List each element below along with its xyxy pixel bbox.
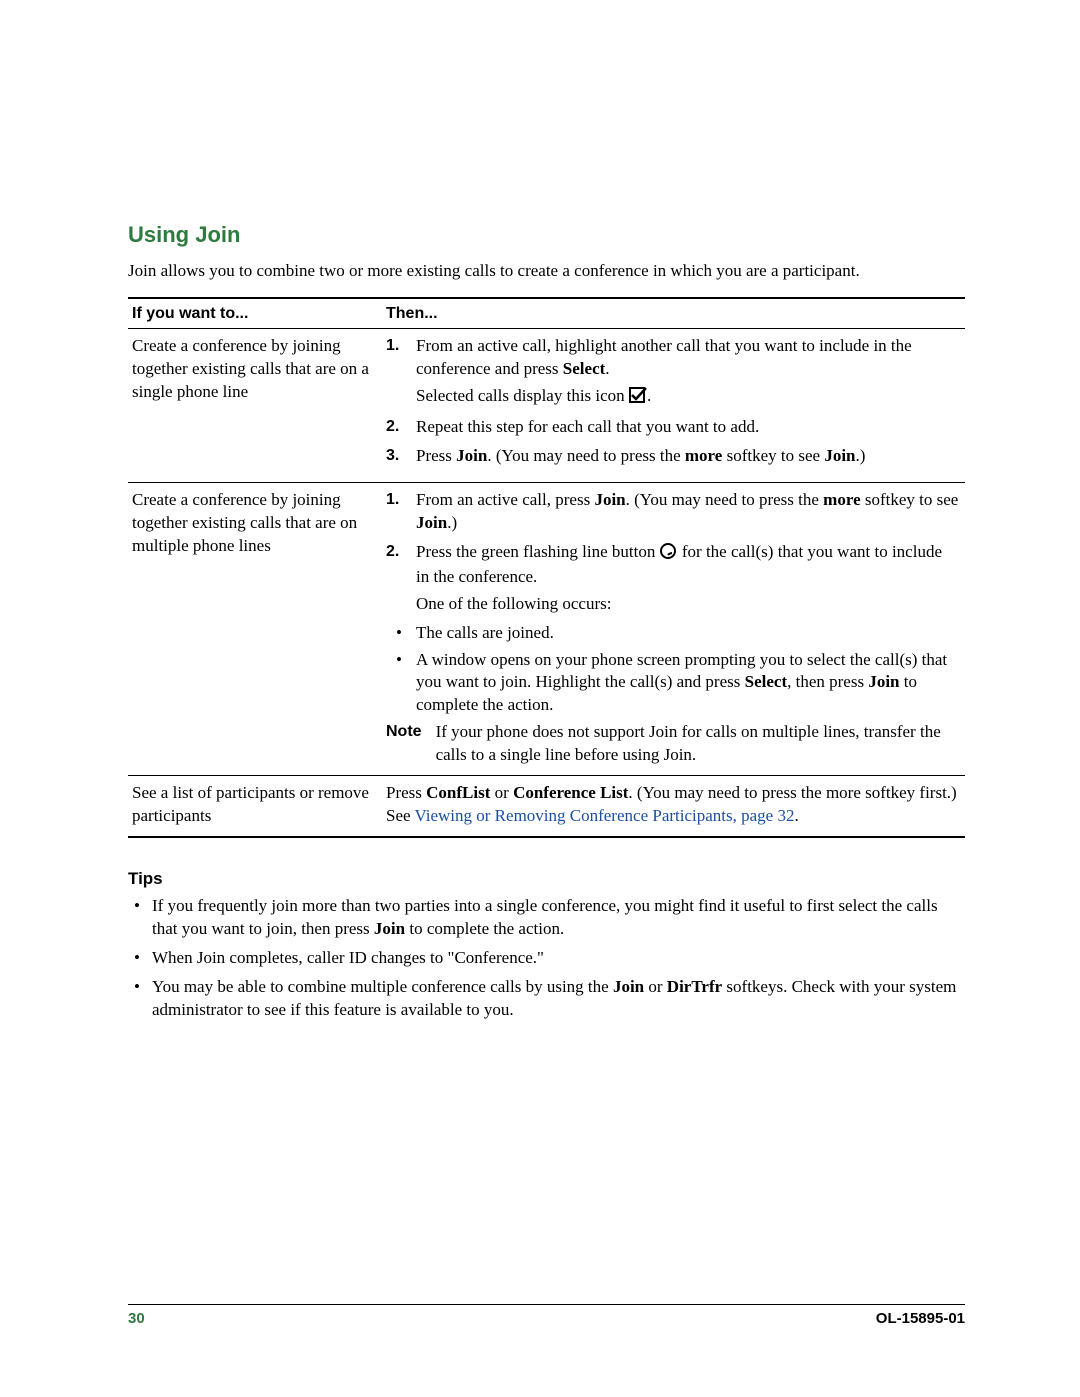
step-text: softkey to see — [722, 446, 824, 465]
tip-text: or — [644, 977, 667, 996]
document-id: OL-15895-01 — [876, 1309, 965, 1329]
text: . — [794, 806, 798, 825]
step-text: Selected calls display this icon — [416, 386, 629, 405]
step-number: 3. — [386, 445, 399, 467]
tip-text: to complete the action. — [405, 919, 564, 938]
step-number: 2. — [386, 416, 399, 438]
row1-left: Create a conference by joining together … — [128, 329, 382, 483]
col-header-right: Then... — [382, 298, 965, 329]
row3-left: See a list of participants or remove par… — [128, 776, 382, 837]
bold-word: Join — [824, 446, 855, 465]
step-text: From an active call, highlight another c… — [416, 336, 912, 378]
step-text: Press the green flashing line button — [416, 542, 660, 561]
bold-word: Join — [613, 977, 644, 996]
table-row: Create a conference by joining together … — [128, 482, 965, 775]
bold-word: Join — [374, 919, 405, 938]
tip-text: You may be able to combine multiple conf… — [152, 977, 613, 996]
tip-text: When Join completes, caller ID changes t… — [152, 948, 544, 967]
table-row: Create a conference by joining together … — [128, 329, 965, 483]
step-text: From an active call, press — [416, 490, 594, 509]
text: Press — [386, 783, 426, 802]
step-text: Repeat this step for each call that you … — [416, 417, 759, 436]
bold-word: Join — [868, 672, 899, 691]
bold-word: more — [823, 490, 860, 509]
step-number: 2. — [386, 541, 399, 563]
step-number: 1. — [386, 335, 399, 357]
one-of-text: One of the following occurs: — [416, 593, 959, 616]
checkmark-box-icon — [629, 387, 647, 410]
line-button-icon — [660, 543, 678, 566]
step-text: . — [605, 359, 609, 378]
bold-word: DirTrfr — [667, 977, 722, 996]
cross-reference-link[interactable]: Viewing or Removing Conference Participa… — [415, 806, 795, 825]
tip-item: If you frequently join more than two par… — [128, 895, 965, 941]
row2-right: 1. From an active call, press Join. (You… — [382, 482, 965, 775]
note-body: If your phone does not support Join for … — [436, 721, 959, 767]
row2-left: Create a conference by joining together … — [128, 482, 382, 775]
bold-word: Conference List — [513, 783, 628, 802]
page-number: 30 — [128, 1309, 145, 1329]
step-text: .) — [856, 446, 866, 465]
note-label: Note — [386, 721, 436, 767]
bold-word: more — [685, 446, 722, 465]
intro-paragraph: Join allows you to combine two or more e… — [128, 260, 965, 283]
step-text: softkey to see — [861, 490, 959, 509]
bold-word: Join — [456, 446, 487, 465]
bold-word: Join — [416, 513, 447, 532]
section-heading: Using Join — [128, 220, 965, 250]
bold-word: Join — [594, 490, 625, 509]
tips-heading: Tips — [128, 868, 965, 891]
step-text: . (You may need to press the — [487, 446, 685, 465]
bold-word: Select — [745, 672, 787, 691]
tip-item: When Join completes, caller ID changes t… — [128, 947, 965, 970]
bold-word: Select — [563, 359, 605, 378]
bullet-item: A window opens on your phone screen prom… — [386, 649, 959, 718]
step-text: . (You may need to press the — [626, 490, 824, 509]
step-text: Press — [416, 446, 456, 465]
row1-right: 1. From an active call, highlight anothe… — [382, 329, 965, 483]
text: or — [490, 783, 513, 802]
row3-right: Press ConfList or Conference List. (You … — [382, 776, 965, 837]
step-text: . — [647, 386, 651, 405]
table-row: See a list of participants or remove par… — [128, 776, 965, 837]
step-number: 1. — [386, 489, 399, 511]
col-header-left: If you want to... — [128, 298, 382, 329]
bold-word: ConfList — [426, 783, 490, 802]
bullet-item: The calls are joined. — [386, 622, 959, 645]
bullet-text: , then press — [787, 672, 868, 691]
page-footer: 30 OL-15895-01 — [128, 1304, 965, 1329]
step-text: .) — [447, 513, 457, 532]
bullet-text: The calls are joined. — [416, 623, 554, 642]
tip-item: You may be able to combine multiple conf… — [128, 976, 965, 1022]
procedure-table: If you want to... Then... Create a confe… — [128, 297, 965, 838]
